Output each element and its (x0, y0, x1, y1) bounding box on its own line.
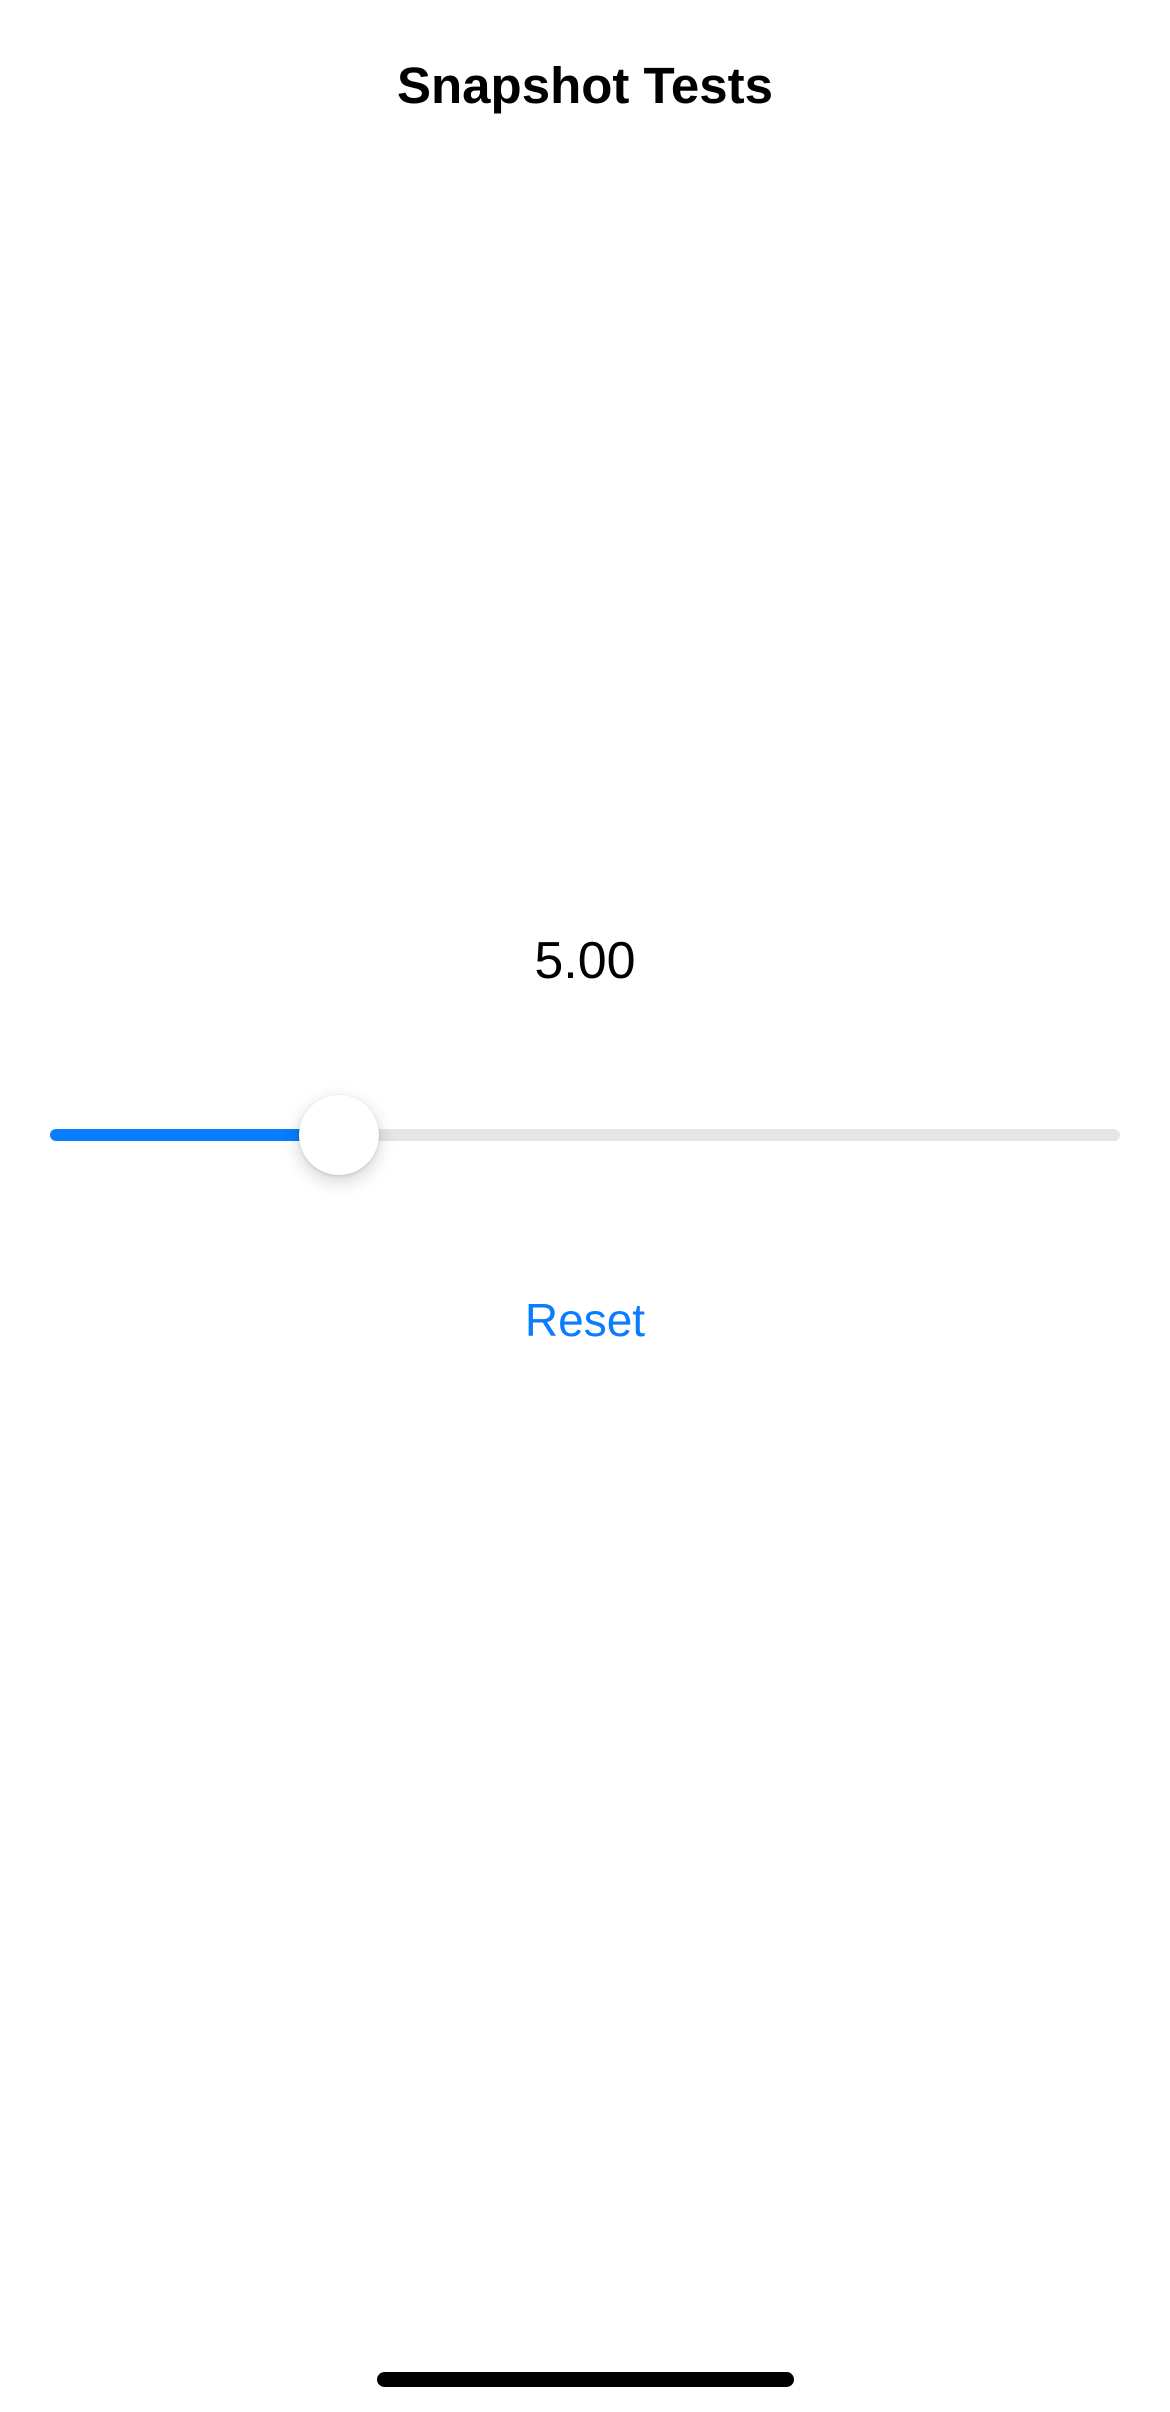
slider-value-label: 5.00 (534, 932, 636, 990)
reset-button[interactable]: Reset (435, 1280, 735, 1360)
home-indicator (377, 2372, 794, 2387)
page-title: Snapshot Tests (397, 57, 773, 114)
value-slider[interactable] (50, 1095, 1120, 1175)
slider-fill (50, 1129, 339, 1141)
slider-thumb[interactable] (298, 1095, 379, 1175)
